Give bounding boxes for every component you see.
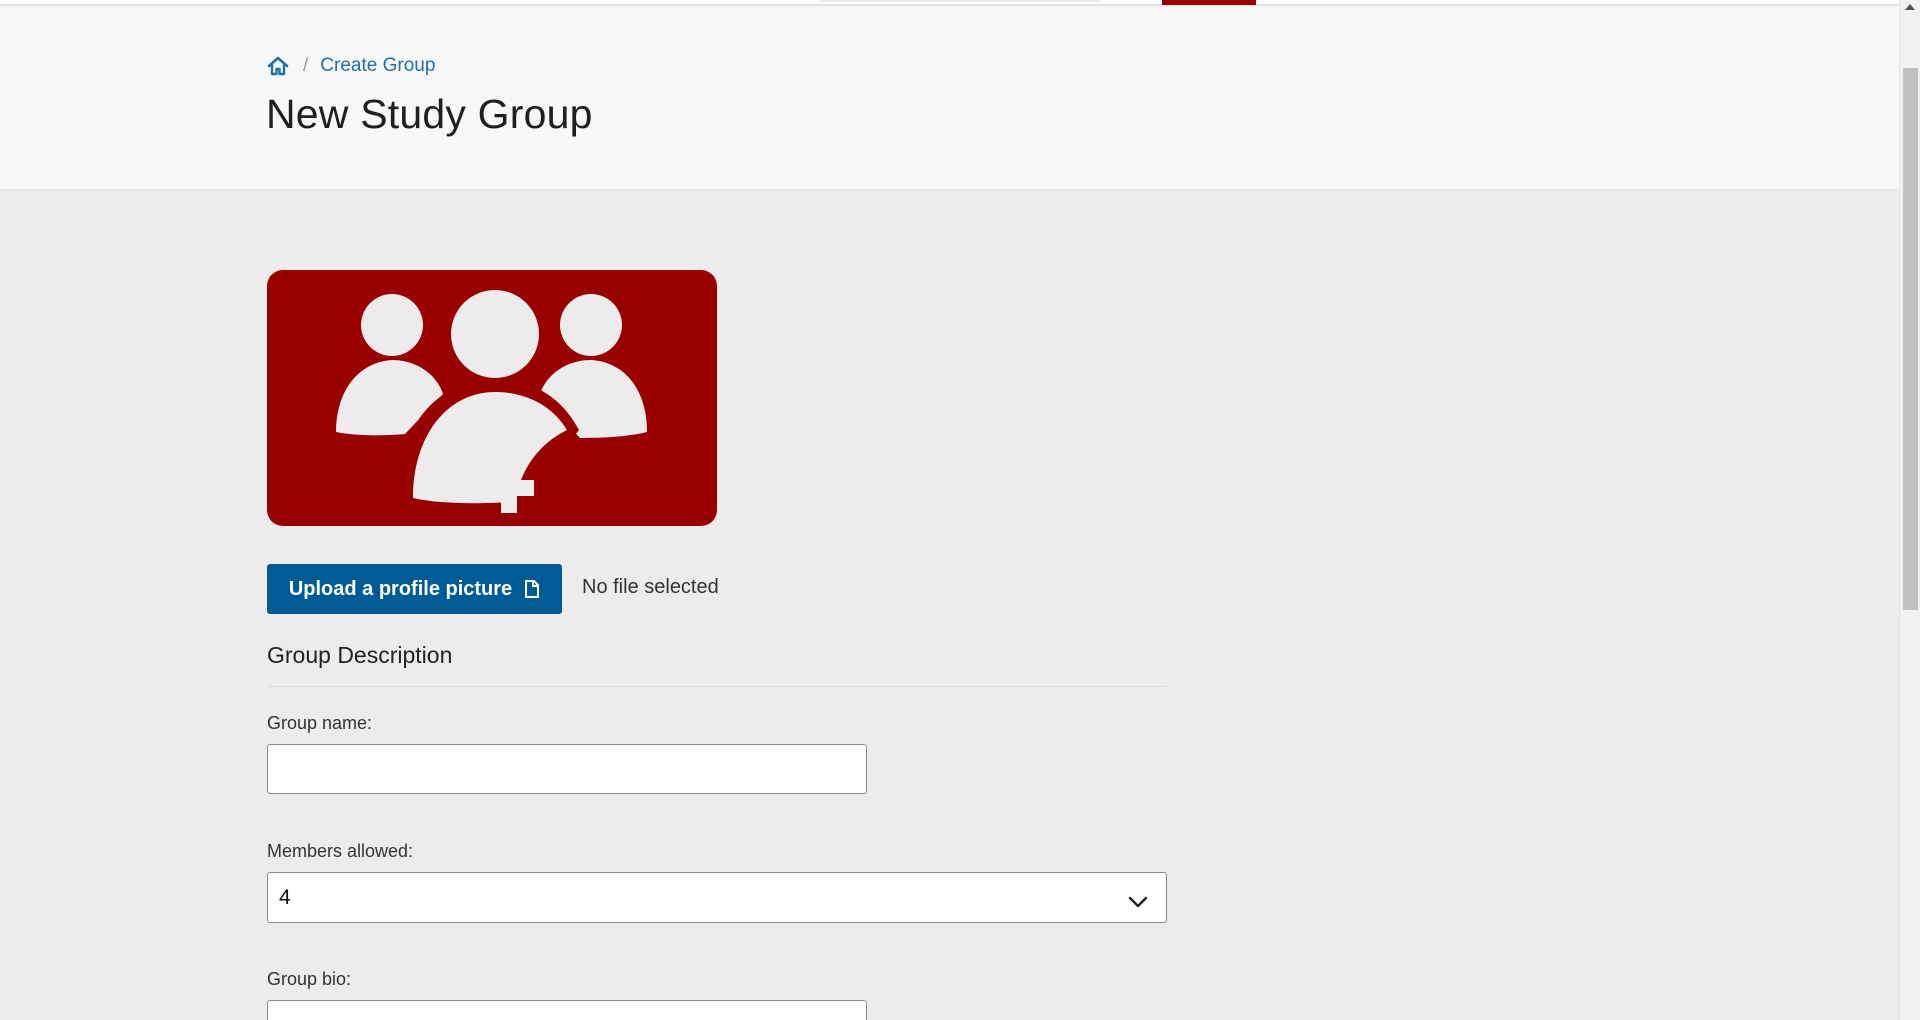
group-name-label: Group name:: [267, 713, 373, 733]
scrollbar-thumb[interactable]: [1903, 68, 1918, 610]
nav-divider: [820, 0, 1100, 2]
members-allowed-value: 4: [279, 885, 291, 909]
upload-button-label: Upload a profile picture: [288, 577, 513, 600]
page: / Create Group New Study Group Upload a …: [0, 0, 1899, 1020]
breadcrumb-separator: /: [303, 55, 309, 76]
members-allowed-select[interactable]: 4: [267, 872, 1167, 923]
vertical-scrollbar[interactable]: [1899, 0, 1920, 1020]
group-add-icon: [336, 290, 647, 514]
group-bio-textarea[interactable]: [267, 1000, 867, 1020]
file-icon: [524, 580, 540, 598]
breadcrumb: / Create Group: [267, 55, 435, 77]
group-bio-label: Group bio:: [267, 969, 352, 989]
scroll-up-arrow-icon[interactable]: [1905, 4, 1915, 10]
members-allowed-label: Members allowed:: [267, 841, 414, 861]
breadcrumb-create-group-link[interactable]: Create Group: [320, 55, 435, 77]
group-name-input[interactable]: [267, 744, 867, 794]
section-title-group-description: Group Description: [267, 642, 453, 668]
page-title: New Study Group: [266, 91, 593, 137]
file-upload-status: No file selected: [582, 576, 719, 598]
home-icon[interactable]: [267, 55, 289, 77]
group-profile-picture: [267, 270, 717, 526]
top-navigation-bar: [0, 0, 1899, 5]
section-divider: [267, 686, 1167, 687]
chevron-down-icon: [1128, 891, 1148, 907]
upload-profile-picture-button[interactable]: Upload a profile picture: [267, 564, 562, 614]
active-nav-tab-indicator[interactable]: [1162, 0, 1256, 5]
page-header: / Create Group New Study Group: [0, 4, 1899, 190]
